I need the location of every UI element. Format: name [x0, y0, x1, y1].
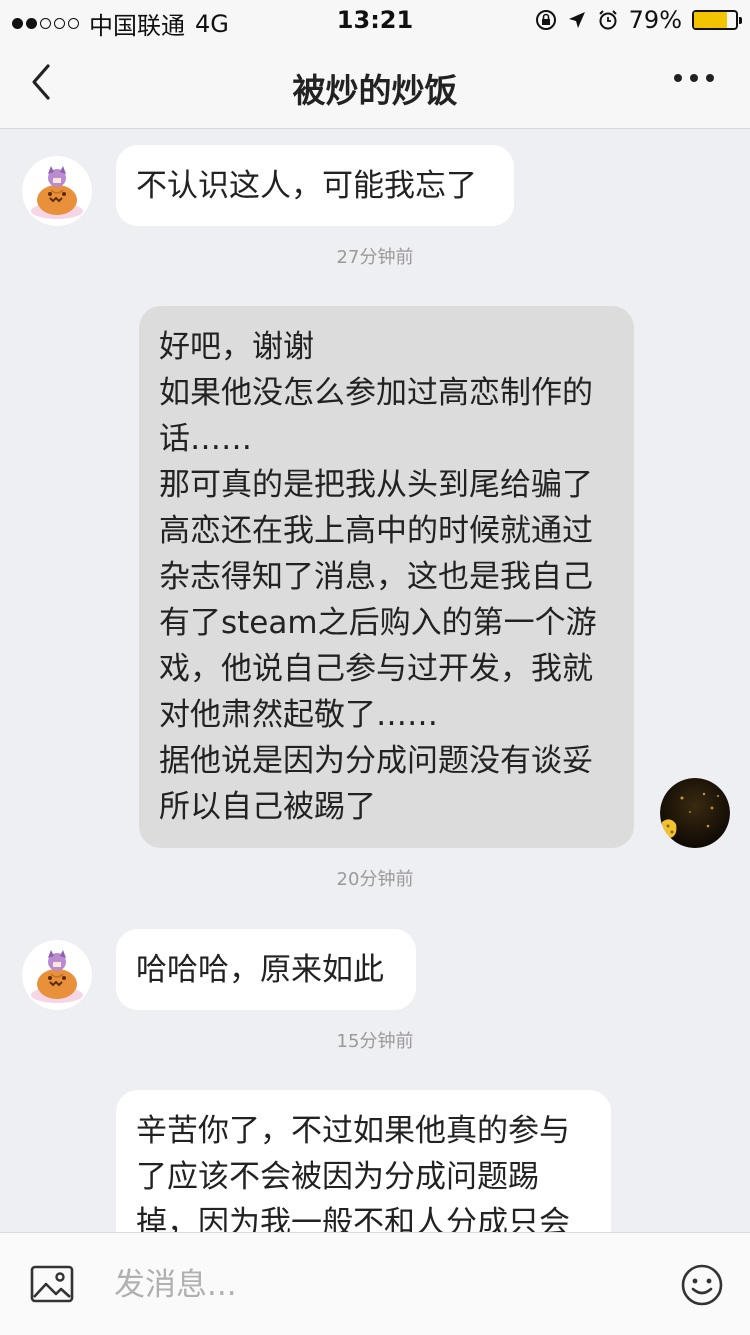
dark-sparkle-avatar-icon	[660, 778, 730, 848]
page-title: 被炒的炒饭	[292, 71, 458, 110]
message-bubble-incoming[interactable]: 哈哈哈，原来如此	[116, 929, 416, 1010]
status-right: 79%	[535, 6, 742, 34]
more-dots-icon	[674, 74, 682, 82]
message-timestamp: 20分钟前	[336, 869, 414, 890]
alarm-clock-icon	[598, 10, 617, 30]
message-bubble-outgoing[interactable]: 好吧，谢谢 如果他没怎么参加过高恋制作的话…… 那可真的是把我从头到尾给骗了 高…	[139, 306, 634, 848]
battery-fill	[694, 12, 728, 28]
more-button[interactable]	[674, 74, 714, 82]
my-avatar[interactable]	[660, 778, 730, 848]
emoji-icon	[681, 1264, 723, 1306]
emoji-button[interactable]	[680, 1263, 724, 1311]
message-timestamp: 27分钟前	[336, 247, 414, 268]
pumpkin-avatar-icon	[22, 156, 92, 226]
image-picker-button[interactable]	[30, 1265, 74, 1307]
input-bar	[0, 1232, 750, 1335]
image-icon	[30, 1265, 74, 1303]
message-timestamp: 15分钟前	[336, 1031, 414, 1052]
rotation-lock-icon	[535, 10, 556, 30]
message-bubble-incoming[interactable]: 辛苦你了，不过如果他真的参与了应该不会被因为分成问题踢掉，因为我一般不和人分成只…	[116, 1090, 611, 1232]
contact-avatar[interactable]	[22, 156, 92, 226]
chat-area[interactable]: 不认识这人，可能我忘了 27分钟前 好吧，谢谢 如果他没怎么参加过高恋制作的话……	[0, 129, 750, 1232]
nav-bar: 被炒的炒饭	[0, 40, 750, 129]
message-bubble-incoming[interactable]: 不认识这人，可能我忘了	[116, 145, 514, 226]
location-arrow-icon	[568, 12, 585, 28]
battery-percent: 79%	[628, 6, 682, 34]
pumpkin-avatar-icon	[22, 940, 92, 1010]
status-bar: 中国联通 4G 13:21 79%	[0, 0, 750, 40]
contact-avatar[interactable]	[22, 940, 92, 1010]
message-input[interactable]	[112, 1261, 636, 1309]
battery-icon	[692, 10, 742, 30]
